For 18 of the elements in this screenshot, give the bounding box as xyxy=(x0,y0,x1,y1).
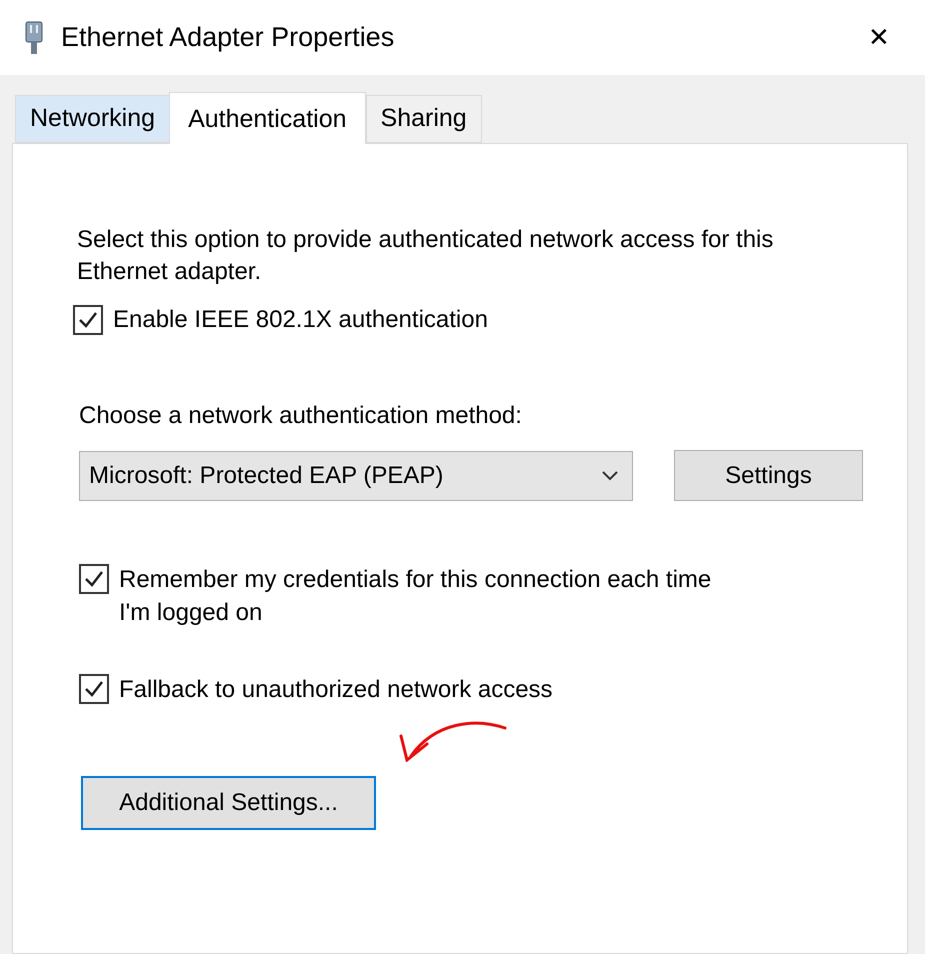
method-label: Choose a network authentication method: xyxy=(79,401,523,431)
checkbox[interactable] xyxy=(79,674,109,704)
description-text: Select this option to provide authenticated network access for this Ethernet adapter. xyxy=(77,225,774,287)
method-dropdown[interactable]: Microsoft: Protected EAP (PEAP) xyxy=(79,450,633,500)
network-adapter-icon xyxy=(23,20,45,54)
checkbox-label: Remember my credentials for this connection each time I'm logged on xyxy=(119,565,712,628)
settings-button[interactable]: Settings xyxy=(674,450,863,501)
tab[interactable]: Networking xyxy=(15,95,170,143)
tab[interactable]: Authentication xyxy=(169,92,366,144)
window-title: Ethernet Adapter Properties xyxy=(61,21,394,54)
tab[interactable]: Sharing xyxy=(366,95,482,143)
chevron-down-icon xyxy=(601,470,619,482)
checkbox-label: Enable IEEE 802.1X authentication xyxy=(113,305,488,335)
checkbox[interactable] xyxy=(73,305,103,335)
close-button[interactable]: ✕ xyxy=(859,18,899,58)
checkbox-label: Fallback to unauthorized network access xyxy=(119,675,554,705)
additional-settings-button[interactable]: Additional Settings... xyxy=(81,776,376,830)
checkbox[interactable] xyxy=(79,564,109,594)
